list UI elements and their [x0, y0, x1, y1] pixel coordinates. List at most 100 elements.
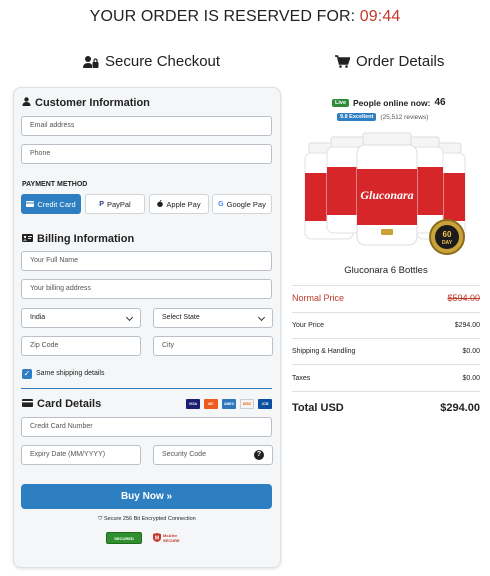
google-pay-label: Google Pay — [226, 199, 266, 209]
paypal-label: PayPal — [106, 199, 131, 209]
rating-badge: 9.8 Excellent — [337, 113, 377, 121]
apple-pay-label: Apple Pay — [166, 199, 201, 209]
guarantee-seal-unit: DAY — [442, 240, 453, 246]
secure-checkout-label: Secure Checkout — [105, 53, 221, 70]
total-label: Total USD — [292, 402, 344, 414]
shipping-label: Shipping & Handling — [292, 348, 356, 355]
security-code-field[interactable]: Security Code ? — [153, 445, 273, 465]
zip-code-field[interactable]: Zip Code — [21, 336, 141, 356]
taxes-row: Taxes $0.00 — [292, 375, 480, 382]
order-details-heading: Order Details — [335, 53, 444, 70]
divider — [292, 364, 480, 365]
order-details-label: Order Details — [356, 53, 445, 70]
card-number-field[interactable]: Credit Card Number — [21, 417, 272, 437]
chevron-down-icon — [125, 313, 134, 322]
paypal-icon: P — [99, 200, 104, 208]
user-icon — [22, 97, 31, 109]
phone-placeholder: Phone — [30, 150, 51, 157]
divider — [292, 391, 480, 392]
review-count: (25,512 reviews) — [380, 113, 429, 121]
apple-pay-button[interactable]: Apple Pay — [149, 194, 209, 214]
city-placeholder: City — [162, 342, 175, 349]
online-now: Live People online now: 46 — [332, 97, 446, 108]
online-label: People online now: — [353, 97, 431, 108]
country-value: India — [30, 314, 46, 321]
mcafee-badge: M McAfee SECURE — [153, 532, 188, 544]
buy-now-button[interactable]: Buy Now » — [21, 484, 272, 509]
expiry-date-field[interactable]: Expiry Date (MM/YYYY) — [21, 445, 141, 465]
credit-card-button[interactable]: Credit Card — [21, 194, 81, 214]
email-field[interactable]: Email address — [21, 116, 272, 136]
product-brand-label: Gluconara — [360, 188, 413, 202]
divider — [292, 285, 480, 286]
cart-icon — [335, 55, 350, 68]
same-shipping-label[interactable]: Same shipping details — [36, 370, 105, 377]
address-card-icon — [22, 233, 33, 245]
svg-text:M: M — [155, 535, 159, 541]
shield-icon: ⛉ — [98, 516, 103, 522]
secure-connection-label: Secure 256 Bit Encrypted Connection — [103, 516, 196, 522]
visa-icon: VISA — [186, 399, 200, 409]
credit-card-label: Credit Card — [37, 199, 76, 209]
taxes-label: Taxes — [292, 375, 311, 382]
state-select[interactable]: Select State — [153, 308, 273, 328]
same-shipping-checkbox[interactable]: ✓ — [22, 369, 32, 379]
user-lock-icon — [83, 55, 99, 69]
timer-time: 09:44 — [359, 8, 401, 25]
secure-checkout-heading: Secure Checkout — [83, 53, 220, 70]
country-select[interactable]: India — [21, 308, 141, 328]
normal-price-value: $594.00 — [447, 293, 480, 303]
secure-connection-note: ⛉ Secure 256 Bit Encrypted Connection — [14, 516, 280, 523]
phone-field[interactable]: Phone — [21, 144, 272, 164]
taxes-value: $0.00 — [462, 375, 480, 382]
discover-icon: DISC — [240, 399, 254, 409]
shipping-row: Shipping & Handling $0.00 — [292, 348, 480, 355]
online-count: 46 — [434, 97, 446, 108]
secured-badge-label: SECURED — [114, 535, 134, 541]
city-field[interactable]: City — [153, 336, 273, 356]
jcb-icon: JCB — [258, 399, 272, 409]
apple-icon — [157, 199, 164, 209]
timer-label: YOUR ORDER IS RESERVED FOR: — [89, 8, 356, 25]
checkout-form-card: Customer Information Email address Phone… — [13, 87, 281, 568]
google-pay-button[interactable]: G Google Pay — [212, 194, 272, 214]
paypal-button[interactable]: P PayPal — [85, 194, 145, 214]
billing-info-label: Billing Information — [37, 233, 135, 245]
your-price-row: Your Price $294.00 — [292, 322, 480, 329]
email-placeholder: Email address — [30, 122, 75, 129]
amex-icon: AMEX — [222, 399, 236, 409]
total-row: Total USD $294.00 — [292, 402, 480, 414]
customer-info-label: Customer Information — [35, 97, 150, 109]
normal-price-row: Normal Price $594.00 — [292, 293, 480, 303]
security-code-placeholder: Security Code — [162, 451, 206, 458]
full-name-placeholder: Your Full Name — [30, 257, 78, 264]
your-price-value: $294.00 — [454, 322, 480, 329]
normal-price-label: Normal Price — [292, 293, 345, 303]
billing-address-field[interactable]: Your billing address — [21, 279, 272, 299]
product-bottles-image: Gluconara 60 DAY — [304, 132, 466, 255]
expiry-date-placeholder: Expiry Date (MM/YYYY) — [30, 451, 106, 458]
full-name-field[interactable]: Your Full Name — [21, 251, 272, 271]
state-value: Select State — [162, 314, 200, 321]
billing-address-placeholder: Your billing address — [30, 285, 91, 292]
divider — [292, 338, 480, 339]
live-badge: Live — [332, 98, 350, 107]
product-name: Gluconara 6 Bottles — [344, 265, 428, 276]
chevron-down-icon — [257, 313, 266, 322]
credit-card-icon — [26, 200, 35, 209]
payment-method-label: PAYMENT METHOD — [22, 181, 88, 188]
mastercard-icon: MC — [204, 399, 218, 409]
credit-card-icon — [22, 398, 33, 410]
checkmark-icon: ✓ — [23, 369, 31, 378]
rating-row: 9.8 Excellent (25,512 reviews) — [337, 113, 428, 121]
divider — [21, 388, 272, 389]
card-details-heading: Card Details — [22, 398, 101, 410]
mcafee-badge-label: McAfee SECURE — [163, 533, 180, 543]
billing-info-heading: Billing Information — [22, 233, 134, 245]
zip-code-placeholder: Zip Code — [30, 342, 59, 349]
question-icon[interactable]: ? — [254, 450, 264, 460]
customer-info-heading: Customer Information — [22, 97, 150, 109]
total-value: $294.00 — [440, 402, 480, 414]
google-icon: G — [218, 200, 224, 208]
reservation-timer: YOUR ORDER IS RESERVED FOR: 09:44 — [0, 8, 490, 26]
